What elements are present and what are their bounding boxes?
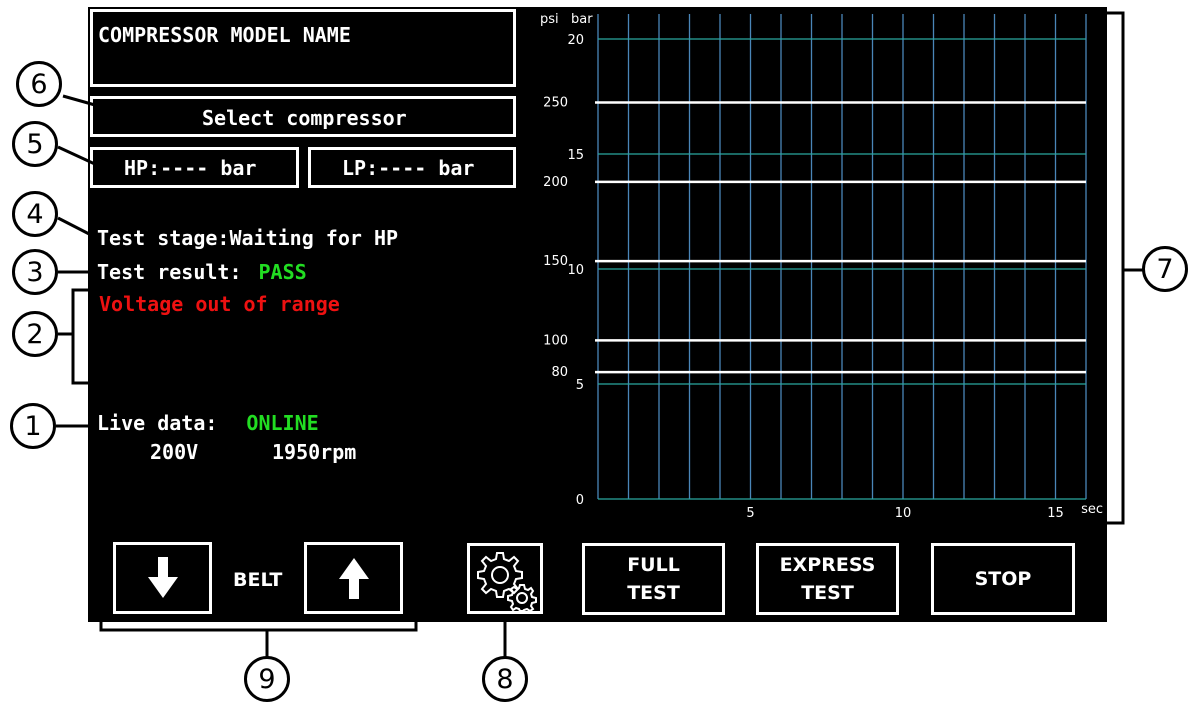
callout-6: 6 [16, 61, 62, 107]
callout-3: 3 [12, 249, 58, 295]
callout-1: 1 [10, 403, 56, 449]
callout-4: 4 [12, 191, 58, 237]
callout-lines [56, 11, 1143, 657]
callout-7: 7 [1142, 246, 1188, 292]
callout-9: 9 [244, 656, 290, 702]
callout-8: 8 [482, 656, 528, 702]
callout-2: 2 [12, 311, 58, 357]
callout-5: 5 [12, 121, 58, 167]
